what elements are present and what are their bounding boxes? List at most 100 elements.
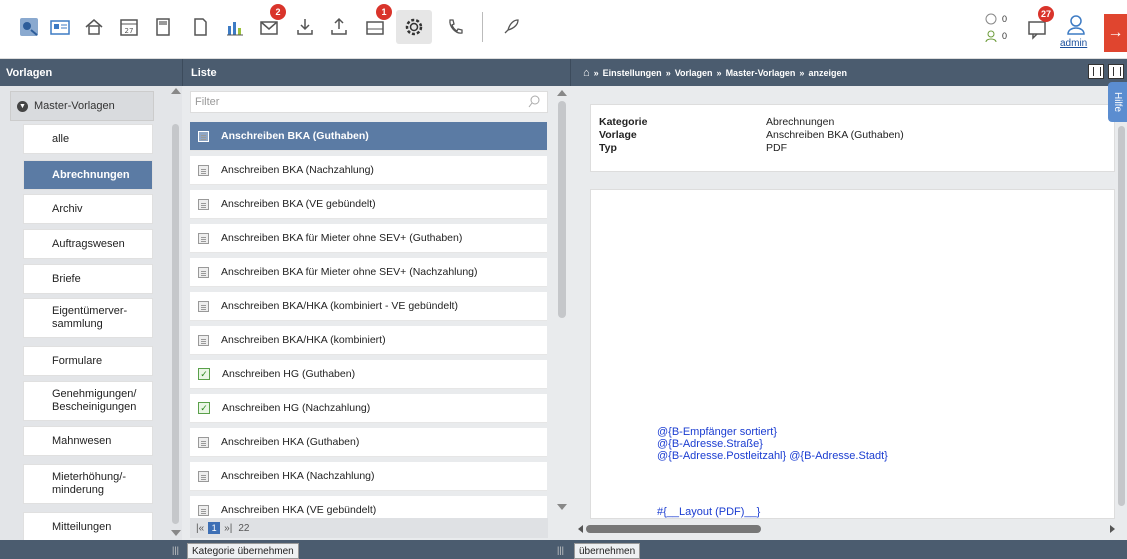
upload-icon[interactable] <box>324 10 354 44</box>
apply-button[interactable]: übernehmen <box>574 543 641 559</box>
category-item[interactable]: Auftragswesen <box>23 229 153 259</box>
category-label: alle <box>52 132 70 145</box>
template-list-item[interactable]: Anschreiben BKA (Nachzahlung) <box>190 156 547 185</box>
documents-icon[interactable] <box>185 10 215 44</box>
document-icon <box>198 436 209 448</box>
template-label: Anschreiben HG (Nachzahlung) <box>222 402 371 414</box>
user-count-2: 0 <box>1002 31 1008 41</box>
template-list-item[interactable]: Anschreiben BKA/HKA (kombiniert - VE geb… <box>190 292 547 321</box>
breadcrumb-separator: » <box>716 67 722 78</box>
category-item[interactable]: Eigentümerver- sammlung <box>23 298 153 338</box>
category-item[interactable]: Formulare <box>23 346 153 376</box>
contacts-icon[interactable] <box>45 10 75 44</box>
split-view-button[interactable] <box>1088 64 1104 79</box>
template-list-item[interactable]: Anschreiben BKA für Mieter ohne SEV+ (Na… <box>190 258 547 287</box>
resize-handle-icon[interactable]: ||| <box>172 545 179 555</box>
template-list-item[interactable]: Anschreiben BKA/HKA (kombiniert) <box>190 326 547 355</box>
template-label: Anschreiben BKA für Mieter ohne SEV+ (Na… <box>221 266 478 278</box>
detail-scrollbar[interactable] <box>1118 126 1125 506</box>
horizontal-scrollbar[interactable] <box>578 523 1118 535</box>
category-label: Archiv <box>52 202 83 215</box>
last-page-icon[interactable]: »| <box>224 523 232 534</box>
messages-icon[interactable]: 27 <box>1022 6 1054 46</box>
current-page[interactable]: 1 <box>208 522 221 534</box>
inbox-icon[interactable]: 1 <box>360 4 392 44</box>
single-view-button[interactable] <box>1108 64 1124 79</box>
calculator-icon[interactable] <box>148 10 178 44</box>
breadcrumb-item[interactable]: Einstellungen <box>603 68 662 78</box>
category-item[interactable]: Abrechnungen <box>23 160 153 190</box>
template-preview: @{B-Empfänger sortiert} @{B-Adresse.Stra… <box>590 189 1115 519</box>
rocket-icon[interactable] <box>496 10 526 44</box>
list-scrollbar[interactable] <box>558 101 566 318</box>
template-list-panel: Filter Anschreiben BKA (Guthaben) Anschre… <box>182 86 570 540</box>
scroll-left-icon[interactable] <box>578 525 583 533</box>
inbox-badge: 1 <box>376 4 392 20</box>
preview-line: @{B-Adresse.Postleitzahl} @{B-Adresse.St… <box>657 450 888 462</box>
home-icon[interactable] <box>79 10 109 44</box>
template-list-item[interactable]: Anschreiben BKA (Guthaben) <box>190 122 547 151</box>
template-list-item[interactable]: Anschreiben HKA (Nachzahlung) <box>190 462 547 491</box>
template-list-item[interactable]: Anschreiben HKA (Guthaben) <box>190 428 547 457</box>
document-icon <box>198 266 209 278</box>
breadcrumb-separator: » <box>593 67 599 78</box>
category-item[interactable]: Genehmigungen/ Bescheinigungen <box>23 381 153 421</box>
logout-icon[interactable]: → <box>1104 14 1127 52</box>
search-icon[interactable] <box>528 95 541 111</box>
document-icon <box>198 130 209 142</box>
category-label: Mahnwesen <box>52 434 112 447</box>
template-list-item[interactable]: Anschreiben BKA für Mieter ohne SEV+ (Gu… <box>190 224 547 253</box>
first-page-icon[interactable]: |« <box>196 523 204 534</box>
filter-input[interactable]: Filter <box>190 91 548 113</box>
statistics-icon[interactable] <box>220 10 250 44</box>
collapse-icon[interactable]: ▼ <box>17 100 28 112</box>
category-item[interactable]: alle <box>23 124 153 154</box>
resize-handle-icon[interactable]: ||| <box>557 545 564 555</box>
category-item[interactable]: Briefe <box>23 264 153 294</box>
template-label: Anschreiben HG (Guthaben) <box>222 368 356 380</box>
user-link[interactable]: admin <box>1060 38 1087 49</box>
category-scrollbar[interactable] <box>172 124 179 524</box>
liste-header: Liste <box>182 59 570 86</box>
user-group-icon[interactable] <box>985 30 997 45</box>
user-online-icon[interactable] <box>985 13 997 28</box>
download-icon[interactable] <box>290 10 320 44</box>
category-root[interactable]: ▼ Master-Vorlagen <box>10 91 154 121</box>
category-item[interactable]: Archiv <box>23 194 153 224</box>
category-label: Briefe <box>52 272 81 285</box>
scroll-down-icon[interactable] <box>557 504 567 510</box>
help-tab[interactable]: Hilfe <box>1108 82 1127 122</box>
user-count-1: 0 <box>1002 14 1008 24</box>
messages-badge: 27 <box>1037 6 1054 22</box>
horizontal-scrollbar-thumb[interactable] <box>586 525 761 533</box>
document-icon <box>198 198 209 210</box>
breadcrumb: ⌂ » Einstellungen» Vorlagen» Master-Vorlage… <box>570 59 1127 86</box>
template-list-item[interactable]: ✓ Anschreiben HG (Nachzahlung) <box>190 394 547 423</box>
scroll-right-icon[interactable] <box>1110 525 1115 533</box>
mail-icon[interactable]: 2 <box>254 4 286 44</box>
template-list-item[interactable]: Anschreiben BKA (VE gebündelt) <box>190 190 547 219</box>
calendar-icon[interactable]: 27 <box>114 10 144 44</box>
mail-badge: 2 <box>270 4 286 20</box>
phone-icon[interactable] <box>440 10 470 44</box>
category-label: Genehmigungen/ Bescheinigungen <box>52 388 137 413</box>
category-item[interactable]: Mieterhöhung/- minderung <box>23 464 153 504</box>
scroll-up-icon[interactable] <box>557 90 567 96</box>
template-label: Anschreiben BKA für Mieter ohne SEV+ (Gu… <box>221 232 463 244</box>
breadcrumb-item[interactable]: Master-Vorlagen <box>726 68 796 78</box>
breadcrumb-item[interactable]: anzeigen <box>808 68 847 78</box>
user-avatar-icon[interactable] <box>1066 14 1086 39</box>
settings-icon[interactable] <box>396 10 432 44</box>
template-info: Kategorie Abrechnungen Vorlage Anschreiben… <box>590 104 1115 172</box>
scroll-up-icon[interactable] <box>171 88 181 94</box>
template-list-item[interactable]: ✓ Anschreiben HG (Guthaben) <box>190 360 547 389</box>
breadcrumb-item[interactable]: Vorlagen <box>675 68 713 78</box>
apply-category-button[interactable]: Kategorie übernehmen <box>187 543 299 559</box>
category-item[interactable]: Mitteilungen <box>23 512 153 540</box>
scroll-down-icon[interactable] <box>171 530 181 536</box>
category-label: Eigentümerver- sammlung <box>52 305 128 330</box>
home-icon[interactable]: ⌂ <box>583 67 590 79</box>
dashboard-icon[interactable] <box>14 10 44 44</box>
preview-line: @{B-Adresse.Straße} <box>657 438 763 450</box>
category-item[interactable]: Mahnwesen <box>23 426 153 456</box>
